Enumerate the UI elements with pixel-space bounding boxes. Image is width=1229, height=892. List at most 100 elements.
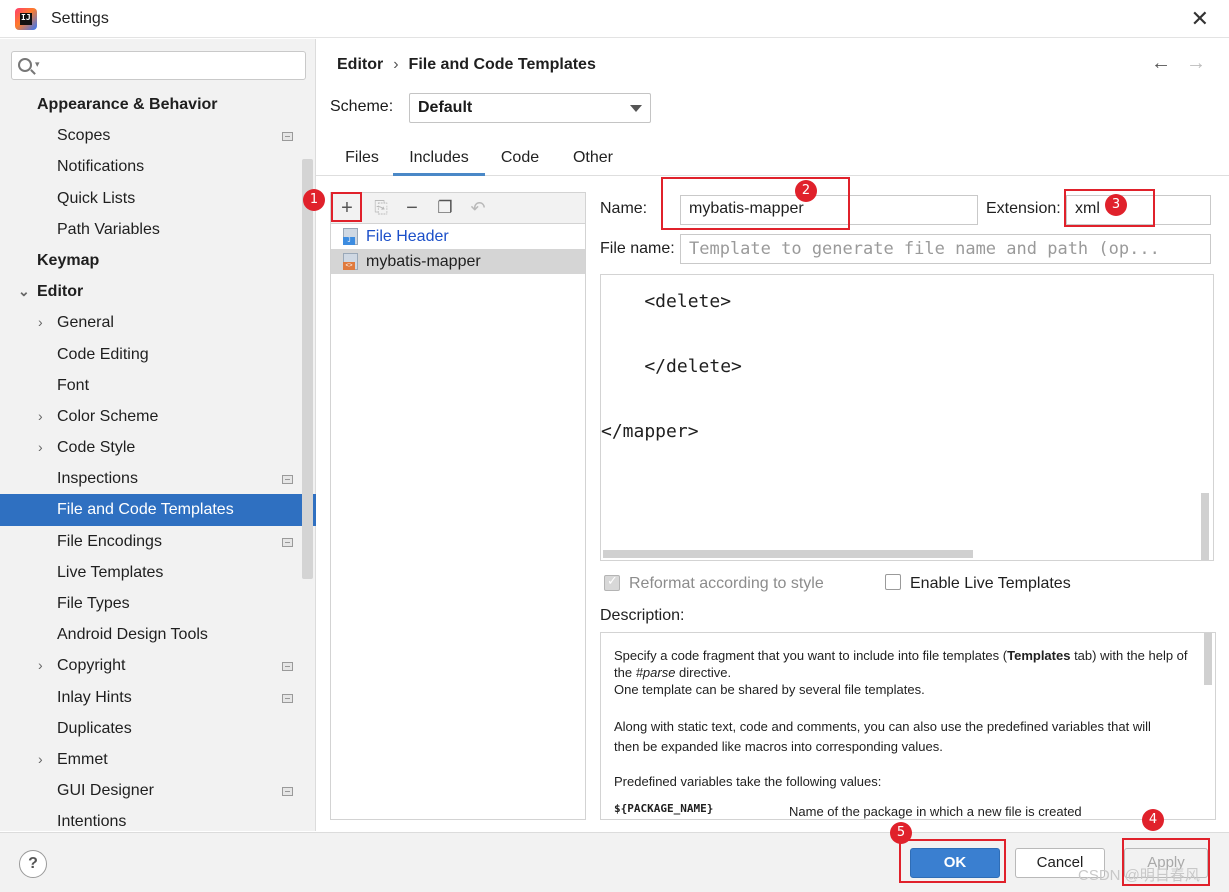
sidebar-item-gui-designer[interactable]: GUI Designer xyxy=(0,775,302,806)
tab-code[interactable]: Code xyxy=(490,144,550,176)
annotation-badge: 4 xyxy=(1142,809,1164,831)
list-item[interactable]: <> mybatis-mapper xyxy=(331,249,585,274)
settings-tree: Appearance & Behavior Scopes Notifications… xyxy=(0,89,316,838)
reformat-checkbox[interactable] xyxy=(604,574,620,591)
sidebar-item-file-and-code-templates[interactable]: File and Code Templates xyxy=(0,494,316,526)
sidebar-item-label: Inspections xyxy=(57,470,138,488)
window-title: Settings xyxy=(51,10,109,27)
variable-name: ${PACKAGE_NAME} xyxy=(614,802,714,815)
sidebar-item-label: File Types xyxy=(57,595,130,612)
sidebar-item-label: Scopes xyxy=(57,127,111,145)
search-dropdown-icon[interactable]: ▾ xyxy=(35,59,40,70)
sidebar-item-label: Color Scheme xyxy=(57,407,159,425)
remove-icon[interactable]: − xyxy=(400,196,424,220)
back-arrow-icon[interactable]: ← xyxy=(1151,52,1171,75)
sidebar-item-general[interactable]: › General xyxy=(0,307,302,338)
xml-file-icon: <> xyxy=(343,253,358,270)
filename-label: File name: xyxy=(600,240,675,257)
sidebar-item-code-style[interactable]: › Code Style xyxy=(0,432,302,463)
breadcrumb-root: Editor xyxy=(337,56,384,73)
close-icon[interactable]: ✕ xyxy=(1191,6,1209,32)
sidebar-item-inlay-hints[interactable]: Inlay Hints xyxy=(0,682,302,713)
sidebar-item-code-editing[interactable]: Code Editing xyxy=(0,339,302,370)
sidebar-item-inspections[interactable]: Inspections xyxy=(0,463,302,494)
settings-sidebar: ▾ Appearance & Behavior Scopes Notificatio… xyxy=(0,39,316,831)
desc-bold: Templates xyxy=(1007,648,1071,663)
add-child-icon[interactable]: ⎘ xyxy=(369,196,393,220)
code-line: <delete> xyxy=(601,291,732,312)
sidebar-item-emmet[interactable]: › Emmet xyxy=(0,744,302,775)
scheme-label: Scheme: xyxy=(330,98,394,115)
template-code-editor[interactable]: <delete> </delete> </mapper> xyxy=(600,274,1214,561)
project-scope-icon xyxy=(282,787,293,797)
desc-text: One template can be shared by several fi… xyxy=(614,682,925,697)
sidebar-item-label: Font xyxy=(57,376,90,394)
sidebar-item-appearance-behavior[interactable]: Appearance & Behavior xyxy=(0,89,302,120)
sidebar-item-file-types[interactable]: File Types xyxy=(0,588,302,619)
list-item[interactable]: J File Header xyxy=(331,224,585,249)
sidebar-item-label: GUI Designer xyxy=(57,782,154,800)
sidebar-item-label: Keymap xyxy=(37,251,100,269)
chevron-right-icon[interactable]: › xyxy=(38,307,43,338)
chevron-right-icon[interactable]: › xyxy=(38,650,43,681)
sidebar-item-label: File Encodings xyxy=(57,532,162,550)
forward-arrow-icon[interactable]: → xyxy=(1186,52,1206,75)
search-input[interactable]: ▾ xyxy=(11,51,306,80)
annotation-badge: 3 xyxy=(1105,194,1127,216)
intellij-app-icon: IJ xyxy=(15,8,37,30)
sidebar-item-quick-lists[interactable]: Quick Lists xyxy=(0,183,302,214)
desc-text: directive. xyxy=(675,665,732,680)
desc-text: Specify a code fragment that you want to… xyxy=(614,648,1008,663)
annotation-box-name xyxy=(661,177,850,230)
description-text-3: Predefined variables take the following … xyxy=(614,774,882,789)
annotation-box-add xyxy=(331,192,362,222)
breadcrumb: Editor › File and Code Templates xyxy=(337,56,596,74)
chevron-right-icon[interactable]: › xyxy=(38,401,43,432)
sidebar-item-android-design-tools[interactable]: Android Design Tools xyxy=(0,619,302,650)
sidebar-item-label: Quick Lists xyxy=(57,189,136,207)
sidebar-item-label: Android Design Tools xyxy=(57,626,208,644)
sidebar-item-label: Emmet xyxy=(57,750,108,768)
annotation-box-ok xyxy=(899,839,1006,883)
sidebar-item-font[interactable]: Font xyxy=(0,370,302,401)
desc-italic: #parse xyxy=(635,665,676,680)
tab-files[interactable]: Files xyxy=(330,144,394,176)
help-button[interactable]: ? xyxy=(19,850,47,878)
sidebar-item-color-scheme[interactable]: › Color Scheme xyxy=(0,401,302,432)
chevron-right-icon[interactable]: › xyxy=(38,744,43,775)
sidebar-scrollbar[interactable] xyxy=(302,159,313,579)
sidebar-item-live-templates[interactable]: Live Templates xyxy=(0,557,302,588)
sidebar-item-keymap[interactable]: Keymap xyxy=(0,245,302,276)
sidebar-item-file-encodings[interactable]: File Encodings xyxy=(0,526,302,557)
sidebar-item-editor[interactable]: ⌄ Editor xyxy=(0,276,302,307)
description-scrollbar[interactable] xyxy=(1204,633,1212,685)
name-label: Name: xyxy=(600,200,648,217)
reset-icon[interactable]: ↶ xyxy=(466,196,490,220)
sidebar-item-label: Duplicates xyxy=(57,719,132,737)
live-templates-checkbox[interactable] xyxy=(885,574,901,590)
project-scope-icon xyxy=(282,662,293,672)
code-line: </mapper> xyxy=(601,421,699,442)
sidebar-item-notifications[interactable]: Notifications xyxy=(0,151,302,182)
chevron-down-icon[interactable]: ⌄ xyxy=(18,276,30,307)
annotation-badge: 1 xyxy=(303,189,325,211)
sidebar-item-duplicates[interactable]: Duplicates xyxy=(0,713,302,744)
scheme-select[interactable]: Default xyxy=(409,93,651,123)
live-templates-label: Enable Live Templates xyxy=(910,575,1071,592)
sidebar-item-copyright[interactable]: › Copyright xyxy=(0,650,302,681)
editor-horizontal-scrollbar[interactable] xyxy=(603,550,973,558)
title-bar: IJ Settings ✕ xyxy=(0,0,1229,38)
chevron-right-icon[interactable]: › xyxy=(38,432,43,463)
code-line: </delete> xyxy=(601,356,742,377)
tab-other[interactable]: Other xyxy=(560,144,626,176)
reformat-label: Reformat according to style xyxy=(629,575,824,592)
sidebar-item-label: General xyxy=(57,314,114,332)
watermark: CSDN @明日春风 xyxy=(1078,867,1200,884)
copy-icon[interactable]: ❐ xyxy=(433,196,457,220)
description-text-1: Specify a code fragment that you want to… xyxy=(614,647,1194,698)
sidebar-item-path-variables[interactable]: Path Variables xyxy=(0,214,302,245)
sidebar-item-scopes[interactable]: Scopes xyxy=(0,120,302,151)
filename-field[interactable]: Template to generate file name and path … xyxy=(680,234,1211,264)
editor-vertical-scrollbar[interactable] xyxy=(1201,493,1209,560)
tab-includes[interactable]: Includes xyxy=(393,144,485,176)
